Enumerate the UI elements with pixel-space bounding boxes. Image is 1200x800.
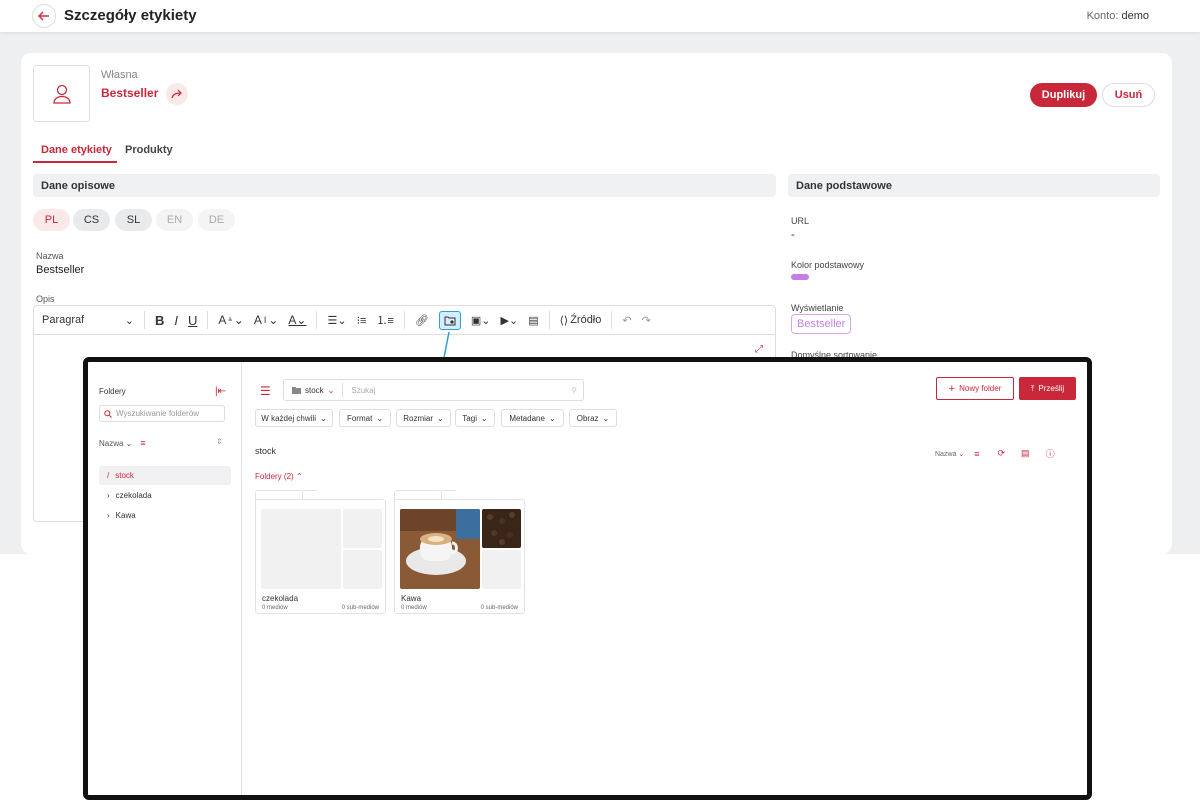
media-main: ☰ stock ⌄ Szukaj ⚲ + Nowy folder ⤒ Prześlij… [243,362,1087,795]
folder-search-input[interactable]: Wyszukiwanie folderów [99,405,225,422]
folder-icon [292,386,301,394]
folder-media-count: 0 mediów [262,605,288,611]
filter-size[interactable]: Rozmiar ⌄ [396,409,451,427]
current-folder-title: stock [255,446,277,456]
folder-name: Kawa [401,594,422,603]
list-view-icon[interactable]: ▤ [1021,448,1030,459]
search-icon: ⚲ [571,385,577,395]
thumbnail-placeholder [482,550,521,589]
sort-order-icon: ≡ [140,438,146,448]
sort-order-icon[interactable]: ≡ [974,449,979,459]
tree-item-kawa[interactable]: › Kawa [99,506,231,525]
media-picker-dialog: Foldery |⇤ Wyszukiwanie folderów Nazwa ⌄… [83,357,1092,800]
folder-name: czekolada [262,594,299,603]
path-folder-selector[interactable]: stock ⌄ [284,383,344,397]
folders-sidebar: Foldery |⇤ Wyszukiwanie folderów Nazwa ⌄… [88,362,242,795]
info-icon[interactable]: ⓘ [1046,447,1055,460]
folders-title: Foldery [99,387,126,396]
new-folder-button[interactable]: + Nowy folder [936,377,1014,400]
thumbnail-placeholder [261,509,341,589]
menu-icon[interactable]: ☰ [260,384,271,398]
folder-card-czekolada[interactable]: czekolada 0 mediów 0 sub-mediów [255,490,386,614]
sort-select[interactable]: Nazwa ⌄ [935,450,964,458]
path-search-bar[interactable]: stock ⌄ Szukaj ⚲ [283,379,584,401]
thumbnail-placeholder [343,509,382,548]
filter-metadata[interactable]: Metadane ⌄ [501,409,564,427]
folder-media-count: 0 mediów [401,605,427,611]
filter-tags[interactable]: Tagi ⌄ [455,409,495,427]
tree-item-stock[interactable]: / stock [99,466,231,485]
coffee-cup-image [400,509,480,589]
upload-button[interactable]: ⤒ Prześlij [1019,377,1076,400]
media-search-input[interactable]: Szukaj [343,386,571,395]
media-sort-controls: Nazwa ⌄ ≡ ⟳ ▤ ⓘ [935,447,1055,460]
folder-submedia-count: 0 sub-mediów [480,605,518,611]
coffee-beans-image [482,509,521,548]
filter-format[interactable]: Format ⌄ [339,409,391,427]
folders-count[interactable]: Foldery (2) ⌃ [255,472,303,481]
folder-sort[interactable]: Nazwa ⌄ ≡ [99,438,146,448]
folder-submedia-count: 0 sub-mediów [341,605,379,611]
tree-item-czekolada[interactable]: › czekolada [99,486,231,505]
filter-image[interactable]: Obraz ⌄ [569,409,617,427]
thumbnail-placeholder [343,550,382,589]
collapse-sidebar-icon[interactable]: |⇤ [215,386,226,397]
expand-all-icon[interactable]: ⇕ [216,437,223,446]
filter-time[interactable]: W każdej chwili ⌄ [255,409,333,427]
search-icon [104,409,112,418]
refresh-icon[interactable]: ⟳ [998,448,1006,459]
folder-card-kawa[interactable]: Kawa 0 mediów 0 sub-mediów [394,490,525,614]
